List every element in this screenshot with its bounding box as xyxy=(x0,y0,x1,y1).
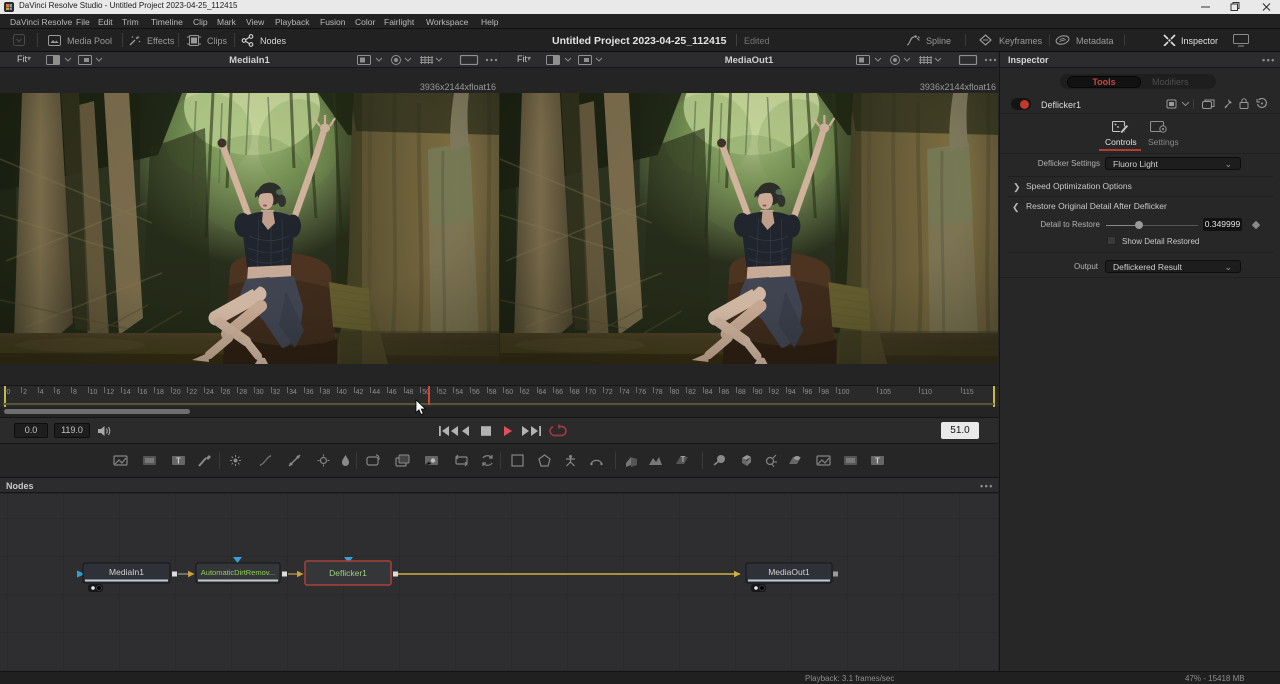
svg-text:T: T xyxy=(680,455,685,464)
svg-text:MediaIn1: MediaIn1 xyxy=(109,567,144,577)
svg-text:T: T xyxy=(875,457,880,466)
svg-text:MediaOut1: MediaOut1 xyxy=(768,567,810,577)
svg-text:AutomaticDirtRemov...: AutomaticDirtRemov... xyxy=(201,568,275,577)
svg-text:T: T xyxy=(176,457,181,466)
svg-text:Deflicker1: Deflicker1 xyxy=(329,568,367,578)
